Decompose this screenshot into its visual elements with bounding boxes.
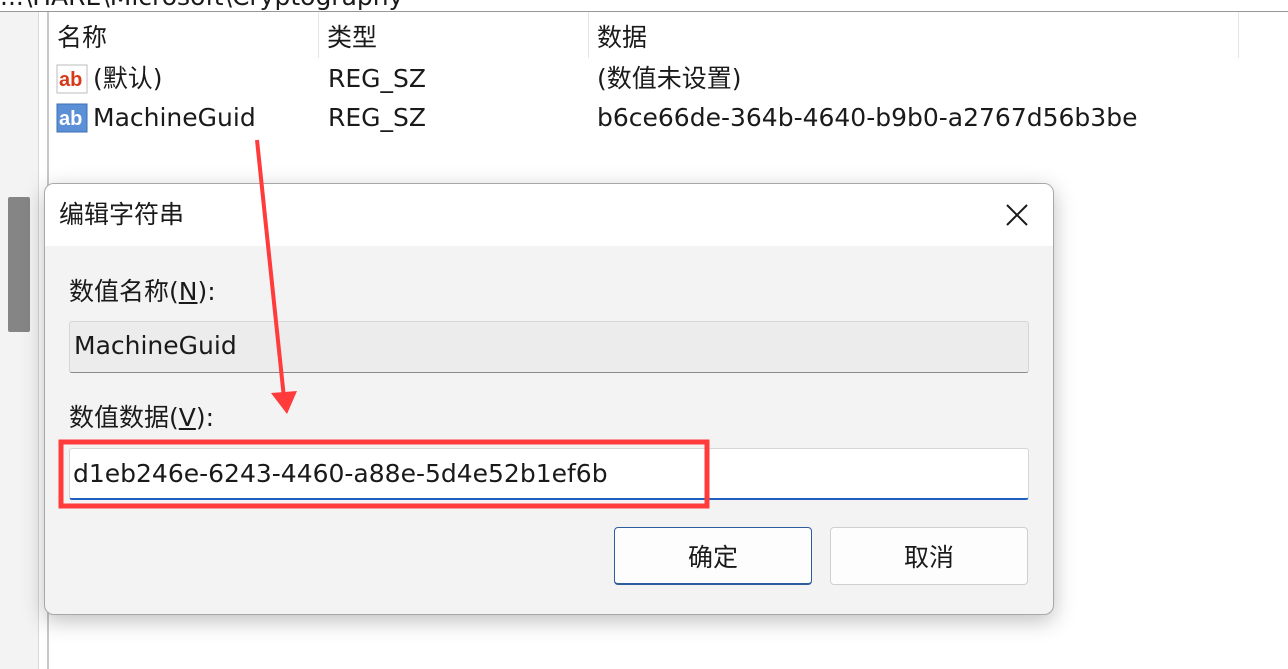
value-name-text: MachineGuid	[74, 331, 237, 360]
value-data-label: 数值数据(V):	[69, 403, 215, 432]
ok-button[interactable]: 确定	[614, 527, 812, 585]
svg-text:ab: ab	[59, 69, 82, 91]
value-name-label: 数值名称(N):	[69, 277, 216, 306]
column-header-type[interactable]: 类型	[319, 12, 589, 58]
reg-string-icon: ab	[56, 103, 88, 133]
close-icon	[1006, 204, 1028, 226]
screen: ...\HARE\Microsoft\Cryptography 名称 类型 数据…	[0, 0, 1288, 669]
key-tree-pane[interactable]	[0, 12, 39, 669]
column-header-name[interactable]: 名称	[49, 12, 319, 58]
tree-scrollbar-thumb[interactable]	[8, 197, 30, 332]
reg-string-icon: ab	[56, 64, 88, 94]
close-button[interactable]	[981, 184, 1053, 246]
value-data: (数值未设置)	[597, 64, 742, 93]
value-name: (默认)	[93, 64, 163, 93]
column-header-data[interactable]: 数据	[589, 12, 1239, 58]
value-name-field: MachineGuid	[69, 321, 1029, 373]
table-row[interactable]: ab (默认) REG_SZ (数值未设置)	[49, 59, 1288, 99]
value-name: MachineGuid	[93, 103, 256, 132]
cancel-button[interactable]: 取消	[830, 527, 1028, 585]
edit-string-dialog: 编辑字符串 数值名称(N): MachineGuid 数值数据(V): 确定 取…	[44, 183, 1054, 615]
value-name-hotkey: N	[178, 277, 198, 306]
dialog-titlebar[interactable]: 编辑字符串	[45, 184, 1053, 246]
list-header: 名称 类型 数据	[49, 12, 1288, 58]
table-row[interactable]: ab MachineGuid REG_SZ b6ce66de-364b-4640…	[49, 98, 1288, 138]
svg-text:ab: ab	[59, 108, 82, 130]
value-type: REG_SZ	[328, 103, 427, 132]
value-data: b6ce66de-364b-4640-b9b0-a2767d56b3be	[597, 103, 1138, 132]
value-data-input[interactable]	[69, 448, 1029, 500]
value-data-hotkey: V	[178, 403, 196, 432]
value-type: REG_SZ	[328, 64, 427, 93]
address-path: ...\HARE\Microsoft\Cryptography	[0, 0, 403, 11]
address-bar[interactable]: ...\HARE\Microsoft\Cryptography	[0, 0, 1288, 12]
dialog-title: 编辑字符串	[59, 200, 185, 229]
